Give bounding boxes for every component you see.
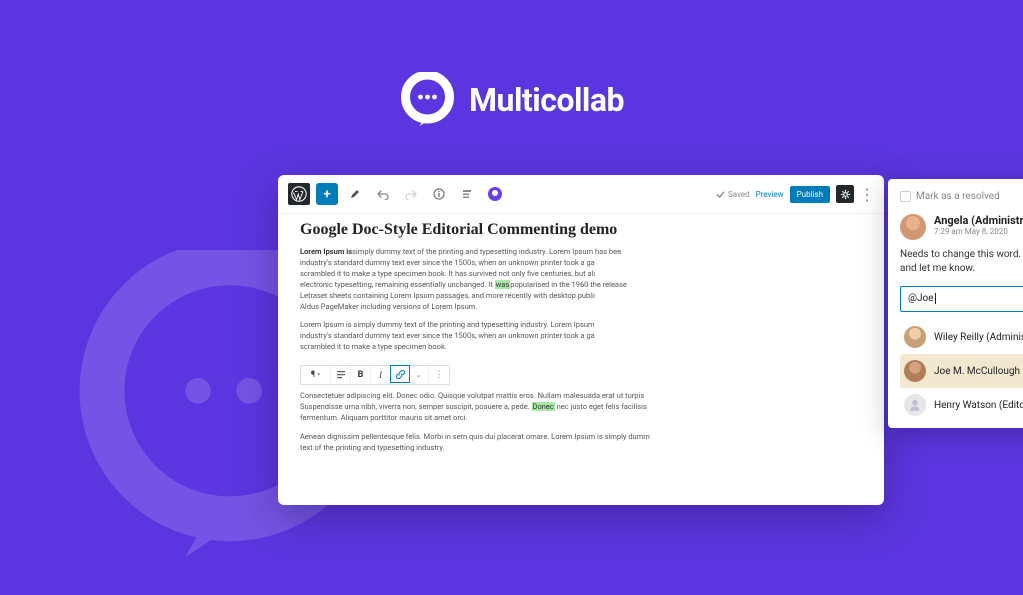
mention-option[interactable]: Wiley Reilly (Administrator) bbox=[900, 320, 1023, 354]
mention-option[interactable]: Henry Watson (Editor) bbox=[900, 388, 1023, 422]
avatar bbox=[900, 214, 926, 240]
italic-icon[interactable]: I bbox=[371, 366, 391, 384]
document-body: Google Doc-Style Editorial Commenting de… bbox=[278, 214, 884, 471]
chevron-down-icon[interactable]: ⌄ bbox=[409, 366, 429, 384]
block-toolbar: ¶ ▾ B I ⌄ ⋮ bbox=[300, 365, 450, 385]
comment-author-row: Angela (Administrator) 7:29 am May 8, 20… bbox=[900, 214, 1023, 240]
multicollab-icon[interactable] bbox=[484, 183, 506, 205]
outline-icon[interactable] bbox=[456, 183, 478, 205]
comment-body: Needs to change this word. Kindly check … bbox=[900, 248, 1023, 276]
highlighted-word[interactable]: Donec bbox=[532, 402, 555, 411]
more-menu-icon[interactable]: ⋮ bbox=[860, 185, 874, 204]
reply-input[interactable]: @Joe bbox=[900, 286, 1023, 312]
save-status: Saved bbox=[716, 190, 750, 199]
redo-icon[interactable] bbox=[400, 183, 422, 205]
block-more-icon[interactable]: ⋮ bbox=[429, 366, 449, 384]
undo-icon[interactable] bbox=[372, 183, 394, 205]
comment-panel: Mark as a resolved Angela (Administrator… bbox=[888, 179, 1023, 428]
edit-mode-icon[interactable] bbox=[344, 183, 366, 205]
paragraph-1[interactable]: Lorem Ipsum is simply dummy text of the … bbox=[300, 247, 862, 312]
align-icon[interactable] bbox=[331, 366, 351, 384]
info-icon[interactable] bbox=[428, 183, 450, 205]
bold-icon[interactable]: B bbox=[351, 366, 371, 384]
brand-name: Multicollab bbox=[469, 81, 624, 119]
brand-logo bbox=[399, 72, 455, 128]
highlighted-word[interactable]: was bbox=[495, 280, 511, 289]
publish-button[interactable]: Publish bbox=[790, 186, 830, 203]
mention-dropdown: Wiley Reilly (Administrator) Joe M. McCu… bbox=[900, 320, 1023, 422]
editor-window: + Saved Preview Publish ⋮ G bbox=[278, 175, 884, 505]
wordpress-logo[interactable] bbox=[288, 183, 310, 205]
post-title[interactable]: Google Doc-Style Editorial Commenting de… bbox=[300, 218, 862, 241]
avatar bbox=[904, 360, 926, 382]
brand-lockup: Multicollab bbox=[399, 72, 624, 128]
add-block-button[interactable]: + bbox=[316, 183, 338, 205]
settings-gear-icon[interactable] bbox=[836, 185, 854, 203]
paragraph-2[interactable]: Lorem Ipsum is simply dummy text of the … bbox=[300, 320, 862, 353]
paragraph-4[interactable]: Aenean dignissim pellentesque felis. Mor… bbox=[300, 432, 862, 454]
avatar-placeholder-icon bbox=[904, 394, 926, 416]
link-icon[interactable] bbox=[390, 365, 410, 383]
comment-author: Angela (Administrator) bbox=[934, 214, 1023, 227]
preview-button[interactable]: Preview bbox=[756, 190, 784, 199]
check-icon bbox=[716, 190, 725, 199]
mention-option[interactable]: Joe M. McCullough (Editor) bbox=[900, 354, 1023, 388]
resolve-checkbox[interactable] bbox=[900, 191, 911, 202]
paragraph-type-icon[interactable]: ¶ ▾ bbox=[301, 366, 331, 384]
paragraph-3[interactable]: Consectetuer adipiscing elit. Donec odio… bbox=[300, 391, 862, 424]
resolve-label: Mark as a resolved bbox=[916, 191, 1000, 202]
editor-topbar: + Saved Preview Publish ⋮ bbox=[278, 175, 884, 214]
comment-timestamp: 7:29 am May 8, 2020 bbox=[934, 227, 1023, 236]
avatar bbox=[904, 326, 926, 348]
